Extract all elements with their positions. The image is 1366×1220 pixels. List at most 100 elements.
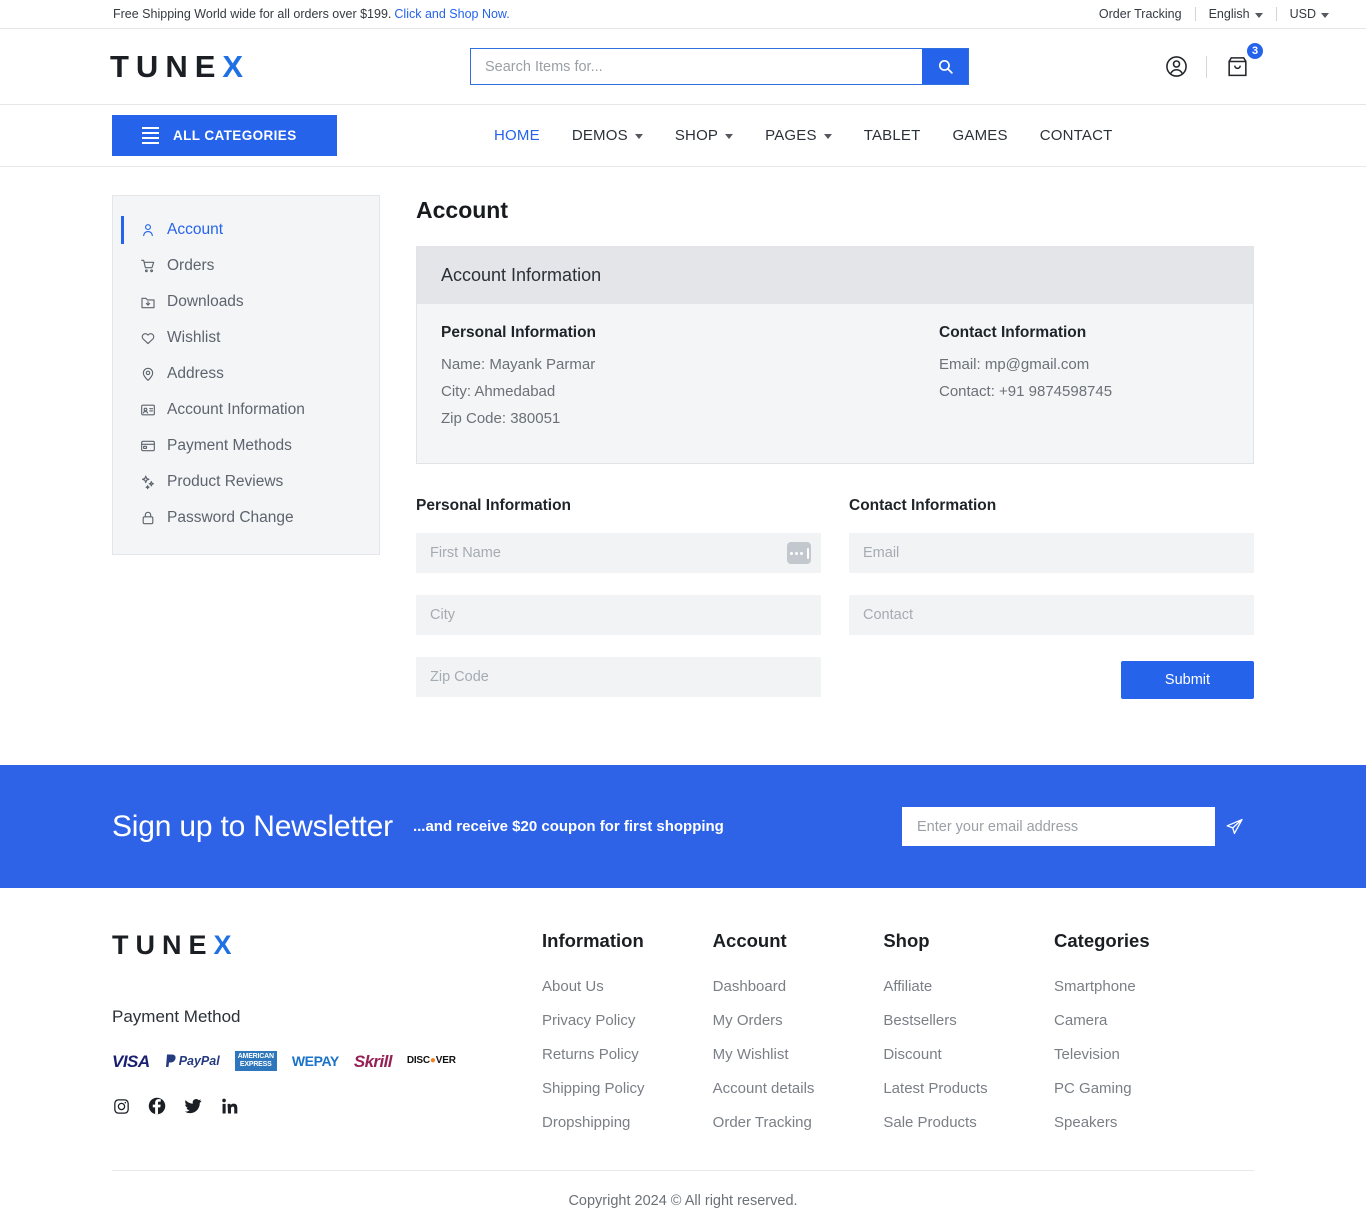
all-categories-button[interactable]: ALL CATEGORIES bbox=[112, 115, 337, 156]
footer-link-latest-products[interactable]: Latest Products bbox=[883, 1080, 1054, 1097]
footer-link-speakers[interactable]: Speakers bbox=[1054, 1114, 1254, 1131]
footer-link-camera[interactable]: Camera bbox=[1054, 1012, 1254, 1029]
search-input[interactable] bbox=[471, 49, 922, 84]
footer-link-order-tracking[interactable]: Order Tracking bbox=[713, 1114, 884, 1131]
sidebar-item-label: Password Change bbox=[167, 509, 294, 526]
footer-link-about-us[interactable]: About Us bbox=[542, 978, 713, 995]
search-button[interactable] bbox=[922, 49, 968, 84]
nav-item-label: GAMES bbox=[952, 127, 1008, 144]
paypal-glyph-icon bbox=[165, 1054, 176, 1067]
first-name-field bbox=[416, 533, 821, 573]
nav-item-label: CONTACT bbox=[1039, 127, 1113, 144]
language-selector[interactable]: English bbox=[1196, 7, 1276, 21]
search-bar bbox=[470, 48, 969, 85]
zip-code-field bbox=[416, 657, 821, 697]
instagram-icon[interactable] bbox=[112, 1097, 130, 1115]
send-paper-plane-icon bbox=[1226, 818, 1243, 835]
location-pin-icon bbox=[139, 366, 156, 383]
order-tracking-label: Order Tracking bbox=[1098, 7, 1182, 21]
nav-item-label: SHOP bbox=[674, 127, 719, 144]
wepay-icon: WEPAY bbox=[291, 1053, 339, 1069]
footer-column-information: Information About Us Privacy Policy Returns… bbox=[542, 930, 713, 1148]
nav-item-demos[interactable]: DEMOS bbox=[556, 127, 659, 144]
topbar-right-group: Order Tracking English USD bbox=[1086, 7, 1342, 21]
nav-item-home[interactable]: HOME bbox=[494, 127, 556, 144]
facebook-icon[interactable] bbox=[148, 1097, 166, 1115]
city-input[interactable] bbox=[416, 595, 821, 635]
paypal-icon: PayPal bbox=[165, 1054, 220, 1068]
cart-button[interactable]: 3 bbox=[1220, 40, 1265, 84]
sidebar-item-account[interactable]: Account bbox=[113, 212, 379, 248]
nav-item-pages[interactable]: PAGES bbox=[749, 127, 848, 144]
account-sidebar: Account Orders Downloads Wishlist Address Acc… bbox=[112, 195, 380, 555]
footer-link-dashboard[interactable]: Dashboard bbox=[713, 978, 884, 995]
twitter-icon[interactable] bbox=[184, 1097, 202, 1115]
autofill-suggestion-icon[interactable] bbox=[787, 542, 811, 564]
header-actions: 3 bbox=[1159, 40, 1265, 84]
nav-item-contact[interactable]: CONTACT bbox=[1024, 127, 1129, 144]
footer-link-privacy-policy[interactable]: Privacy Policy bbox=[542, 1012, 713, 1029]
sidebar-item-address[interactable]: Address bbox=[113, 356, 379, 392]
personal-information-block: Personal Information Name: Mayank Parmar… bbox=[441, 324, 939, 437]
nav-item-label: HOME bbox=[494, 127, 540, 144]
contact-input[interactable] bbox=[849, 595, 1254, 635]
currency-selector[interactable]: USD bbox=[1277, 7, 1342, 21]
logo-text: TUNE bbox=[110, 48, 223, 84]
footer-link-discount[interactable]: Discount bbox=[883, 1046, 1054, 1063]
promo-shop-link[interactable]: Click and Shop Now. bbox=[394, 7, 509, 21]
linkedin-icon[interactable] bbox=[220, 1097, 238, 1115]
footer-link-returns-policy[interactable]: Returns Policy bbox=[542, 1046, 713, 1063]
account-button[interactable] bbox=[1159, 50, 1193, 84]
chevron-down-icon bbox=[1321, 12, 1329, 18]
primary-nav-links: HOME DEMOS SHOP PAGES TABLET GAMES CONTACT bbox=[494, 127, 1128, 144]
sidebar-item-downloads[interactable]: Downloads bbox=[113, 284, 379, 320]
sidebar-item-wishlist[interactable]: Wishlist bbox=[113, 320, 379, 356]
site-logo[interactable]: TUNEX bbox=[110, 49, 250, 85]
nav-item-shop[interactable]: SHOP bbox=[659, 127, 749, 144]
payment-logos: VISA PayPal AMERICAN EXPRESS WEPAY Skrill… bbox=[112, 1051, 542, 1071]
search-icon bbox=[938, 59, 953, 74]
nav-item-tablet[interactable]: TABLET bbox=[848, 127, 937, 144]
footer-column-categories: Categories Smartphone Camera Television PC G… bbox=[1054, 930, 1254, 1148]
chevron-down-icon bbox=[823, 134, 832, 139]
sidebar-item-orders[interactable]: Orders bbox=[113, 248, 379, 284]
sidebar-item-password-change[interactable]: Password Change bbox=[113, 500, 379, 536]
sidebar-item-label: Address bbox=[167, 365, 224, 382]
footer-link-dropshipping[interactable]: Dropshipping bbox=[542, 1114, 713, 1131]
footer-link-shipping-policy[interactable]: Shipping Policy bbox=[542, 1080, 713, 1097]
divider bbox=[1206, 55, 1207, 78]
footer-link-bestsellers[interactable]: Bestsellers bbox=[883, 1012, 1054, 1029]
site-footer: TUNEX Payment Method VISA PayPal AMERICA… bbox=[0, 888, 1366, 1148]
nav-item-label: TABLET bbox=[863, 127, 921, 144]
footer-link-smartphone[interactable]: Smartphone bbox=[1054, 978, 1254, 995]
email-input[interactable] bbox=[849, 533, 1254, 573]
utility-top-bar: Free Shipping World wide for all orders … bbox=[0, 0, 1366, 29]
footer-column-title: Information bbox=[542, 930, 644, 951]
footer-link-my-wishlist[interactable]: My Wishlist bbox=[713, 1046, 884, 1063]
sparkles-icon bbox=[139, 474, 156, 491]
credit-card-icon bbox=[139, 438, 156, 455]
footer-link-television[interactable]: Television bbox=[1054, 1046, 1254, 1063]
newsletter-email-input[interactable] bbox=[902, 807, 1215, 846]
sidebar-item-product-reviews[interactable]: Product Reviews bbox=[113, 464, 379, 500]
order-tracking-link[interactable]: Order Tracking bbox=[1086, 7, 1195, 21]
personal-line: City: Ahmedabad bbox=[441, 383, 556, 400]
footer-link-pc-gaming[interactable]: PC Gaming bbox=[1054, 1080, 1254, 1097]
newsletter-submit-button[interactable] bbox=[1215, 807, 1254, 846]
chevron-down-icon bbox=[634, 134, 643, 139]
form-contact-title: Contact Information bbox=[849, 497, 997, 514]
nav-item-games[interactable]: GAMES bbox=[937, 127, 1024, 144]
footer-logo[interactable]: TUNEX bbox=[112, 930, 542, 961]
footer-link-my-orders[interactable]: My Orders bbox=[713, 1012, 884, 1029]
footer-link-sale-products[interactable]: Sale Products bbox=[883, 1114, 1054, 1131]
sidebar-item-payment-methods[interactable]: Payment Methods bbox=[113, 428, 379, 464]
zip-code-input[interactable] bbox=[416, 657, 821, 697]
newsletter-banner: Sign up to Newsletter ...and receive $20… bbox=[0, 765, 1366, 888]
submit-button[interactable]: Submit bbox=[1121, 661, 1254, 699]
personal-information-title: Personal Information bbox=[441, 324, 597, 341]
sidebar-item-label: Payment Methods bbox=[167, 437, 292, 454]
sidebar-item-account-information[interactable]: Account Information bbox=[113, 392, 379, 428]
footer-link-account-details[interactable]: Account details bbox=[713, 1080, 884, 1097]
footer-link-affiliate[interactable]: Affiliate bbox=[883, 978, 1054, 995]
first-name-input[interactable] bbox=[416, 533, 821, 573]
